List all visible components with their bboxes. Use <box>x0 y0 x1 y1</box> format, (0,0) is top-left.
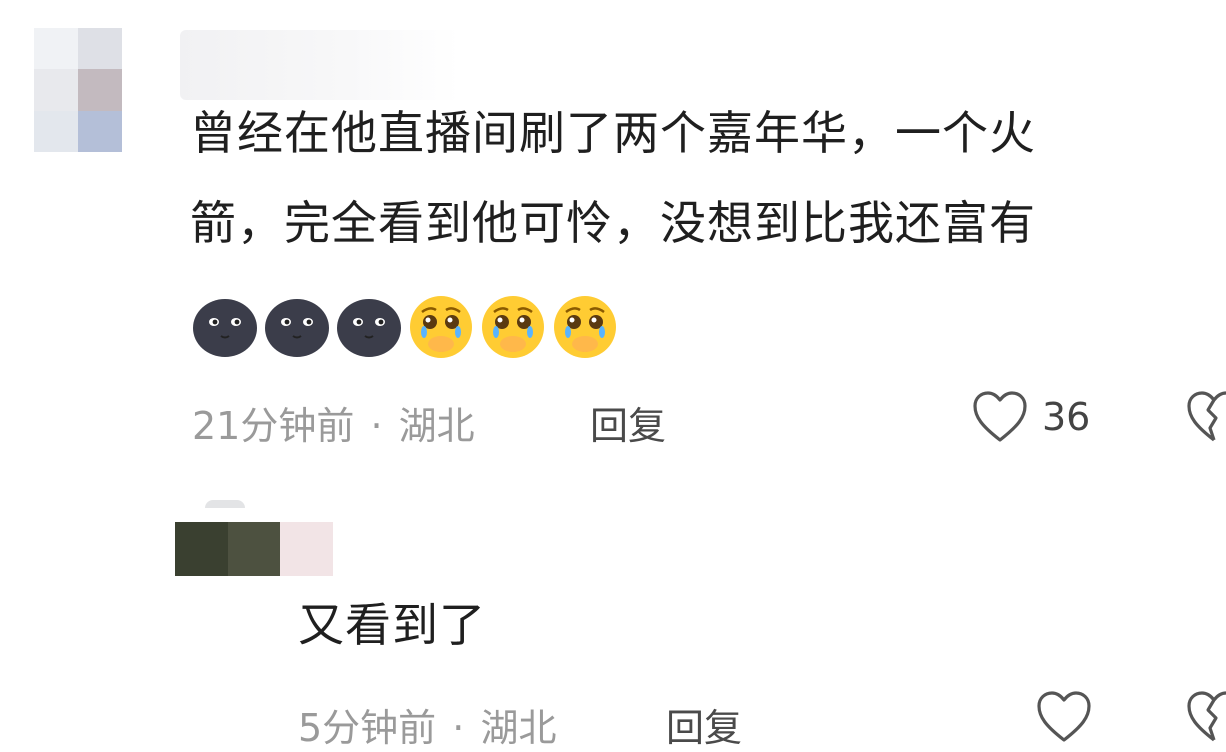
comment-location: 湖北 <box>480 706 557 750</box>
reply-button[interactable]: 回复 <box>590 395 666 450</box>
smirk-dark-face-icon <box>337 299 401 357</box>
comment-text: 又看到了 <box>298 598 486 652</box>
smirk-dark-face-icon <box>193 299 257 357</box>
comment-meta: 5分钟前 · 湖北 <box>298 697 556 752</box>
pleading-tears-face-icon <box>482 296 544 358</box>
avatar-blurred[interactable] <box>205 500 245 508</box>
broken-heart-icon[interactable] <box>1186 690 1226 744</box>
comment-location: 湖北 <box>398 404 475 448</box>
heart-outline-icon[interactable] <box>972 390 1028 444</box>
pleading-tears-face-icon <box>554 296 616 358</box>
pleading-tears-face-icon <box>410 296 472 358</box>
comment-time: 21分钟前 <box>192 404 355 448</box>
comment-time: 5分钟前 <box>298 706 437 750</box>
comment-text-line-2: 箭，完全看到他可怜，没想到比我还富有 <box>190 196 1036 250</box>
broken-heart-icon[interactable] <box>1186 390 1226 444</box>
meta-separator: · <box>452 706 465 750</box>
comment-meta: 21分钟前 · 湖北 <box>192 395 475 450</box>
avatar[interactable] <box>34 28 122 152</box>
like-count: 36 <box>1042 395 1091 439</box>
reply-button[interactable]: 回复 <box>666 697 742 752</box>
emoji-row <box>192 294 618 360</box>
smirk-dark-face-icon <box>265 299 329 357</box>
meta-separator: · <box>370 404 383 448</box>
heart-outline-icon[interactable] <box>1036 690 1092 744</box>
comment-text-line-1: 曾经在他直播间刷了两个嘉年华，一个火 <box>190 106 1036 160</box>
username-blurred[interactable] <box>175 522 333 576</box>
